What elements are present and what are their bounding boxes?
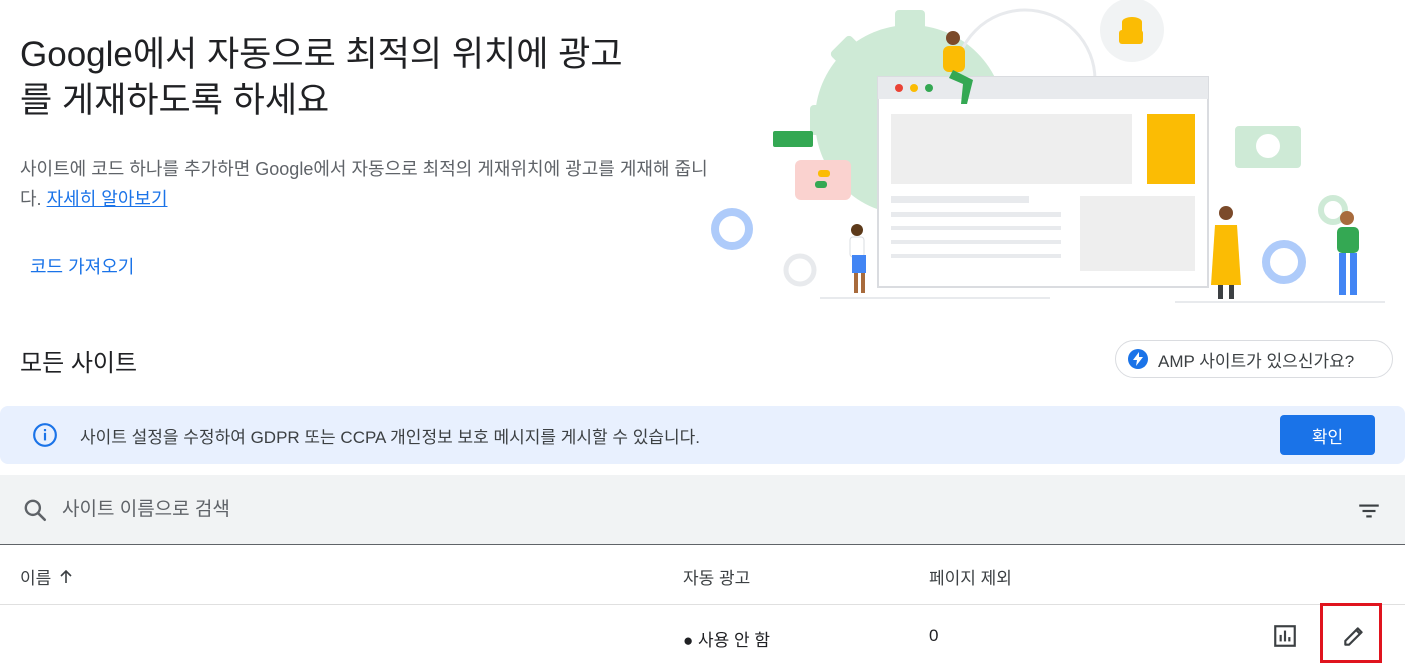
info-icon <box>33 423 57 447</box>
page-title-line-2: 를 게재하도록 하세요 <box>20 81 330 120</box>
auto-ads-status: ● 사용 안 함 <box>683 631 770 650</box>
column-header-auto-ads: 자동 광고 <box>683 569 751 588</box>
hero-description: 사이트에 코드 하나를 추가하면 Google에서 자동으로 최적의 게재위치에… <box>20 154 710 214</box>
person-illustration-2 <box>849 224 866 293</box>
edit-highlight-box <box>1320 603 1382 663</box>
bolt-icon <box>1128 349 1148 369</box>
coins-illustration <box>1119 17 1143 44</box>
person-illustration-3 <box>1211 206 1241 299</box>
filter-icon[interactable] <box>1356 498 1382 524</box>
arrow-up-icon <box>60 569 72 583</box>
column-header-name-label: 이름 <box>20 569 52 588</box>
privacy-message-banner: 사이트 설정을 수정하여 GDPR 또는 CCPA 개인정보 보호 메시지를 게… <box>0 406 1405 464</box>
column-header-page-exclusions: 페이지 제외 <box>929 569 1012 588</box>
search-bar <box>0 475 1405 545</box>
search-input[interactable] <box>60 497 1164 522</box>
report-chart-icon[interactable] <box>1272 623 1298 649</box>
section-title-all-sites: 모든 사이트 <box>20 350 138 377</box>
page-title-line-1: Google에서 자동으로 최적의 위치에 광고 <box>20 35 623 74</box>
learn-more-link[interactable]: 자세히 알아보기 <box>47 189 168 209</box>
amp-site-button-label: AMP 사이트가 있으신가요? <box>1158 351 1355 371</box>
banner-message: 사이트 설정을 수정하여 GDPR 또는 CCPA 개인정보 보호 메시지를 게… <box>80 427 701 447</box>
table-row: ● 사용 안 함 0 <box>0 606 1405 666</box>
column-header-name[interactable]: 이름 <box>20 564 75 589</box>
person-illustration-4 <box>1337 211 1359 295</box>
hero-illustration <box>711 0 1385 303</box>
amp-site-button[interactable]: AMP 사이트가 있으신가요? <box>1115 340 1393 378</box>
page-exclusions-count: 0 <box>929 626 939 645</box>
table-header: 이름 자동 광고 페이지 제외 <box>0 545 1405 605</box>
page-title: Google에서 자동으로 최적의 위치에 광고 를 게재하도록 하세요 <box>20 32 720 124</box>
search-icon <box>24 499 47 521</box>
browser-window-illustration <box>877 76 1209 288</box>
confirm-button[interactable]: 확인 <box>1280 415 1375 455</box>
get-code-button[interactable]: 코드 가져오기 <box>30 253 134 279</box>
